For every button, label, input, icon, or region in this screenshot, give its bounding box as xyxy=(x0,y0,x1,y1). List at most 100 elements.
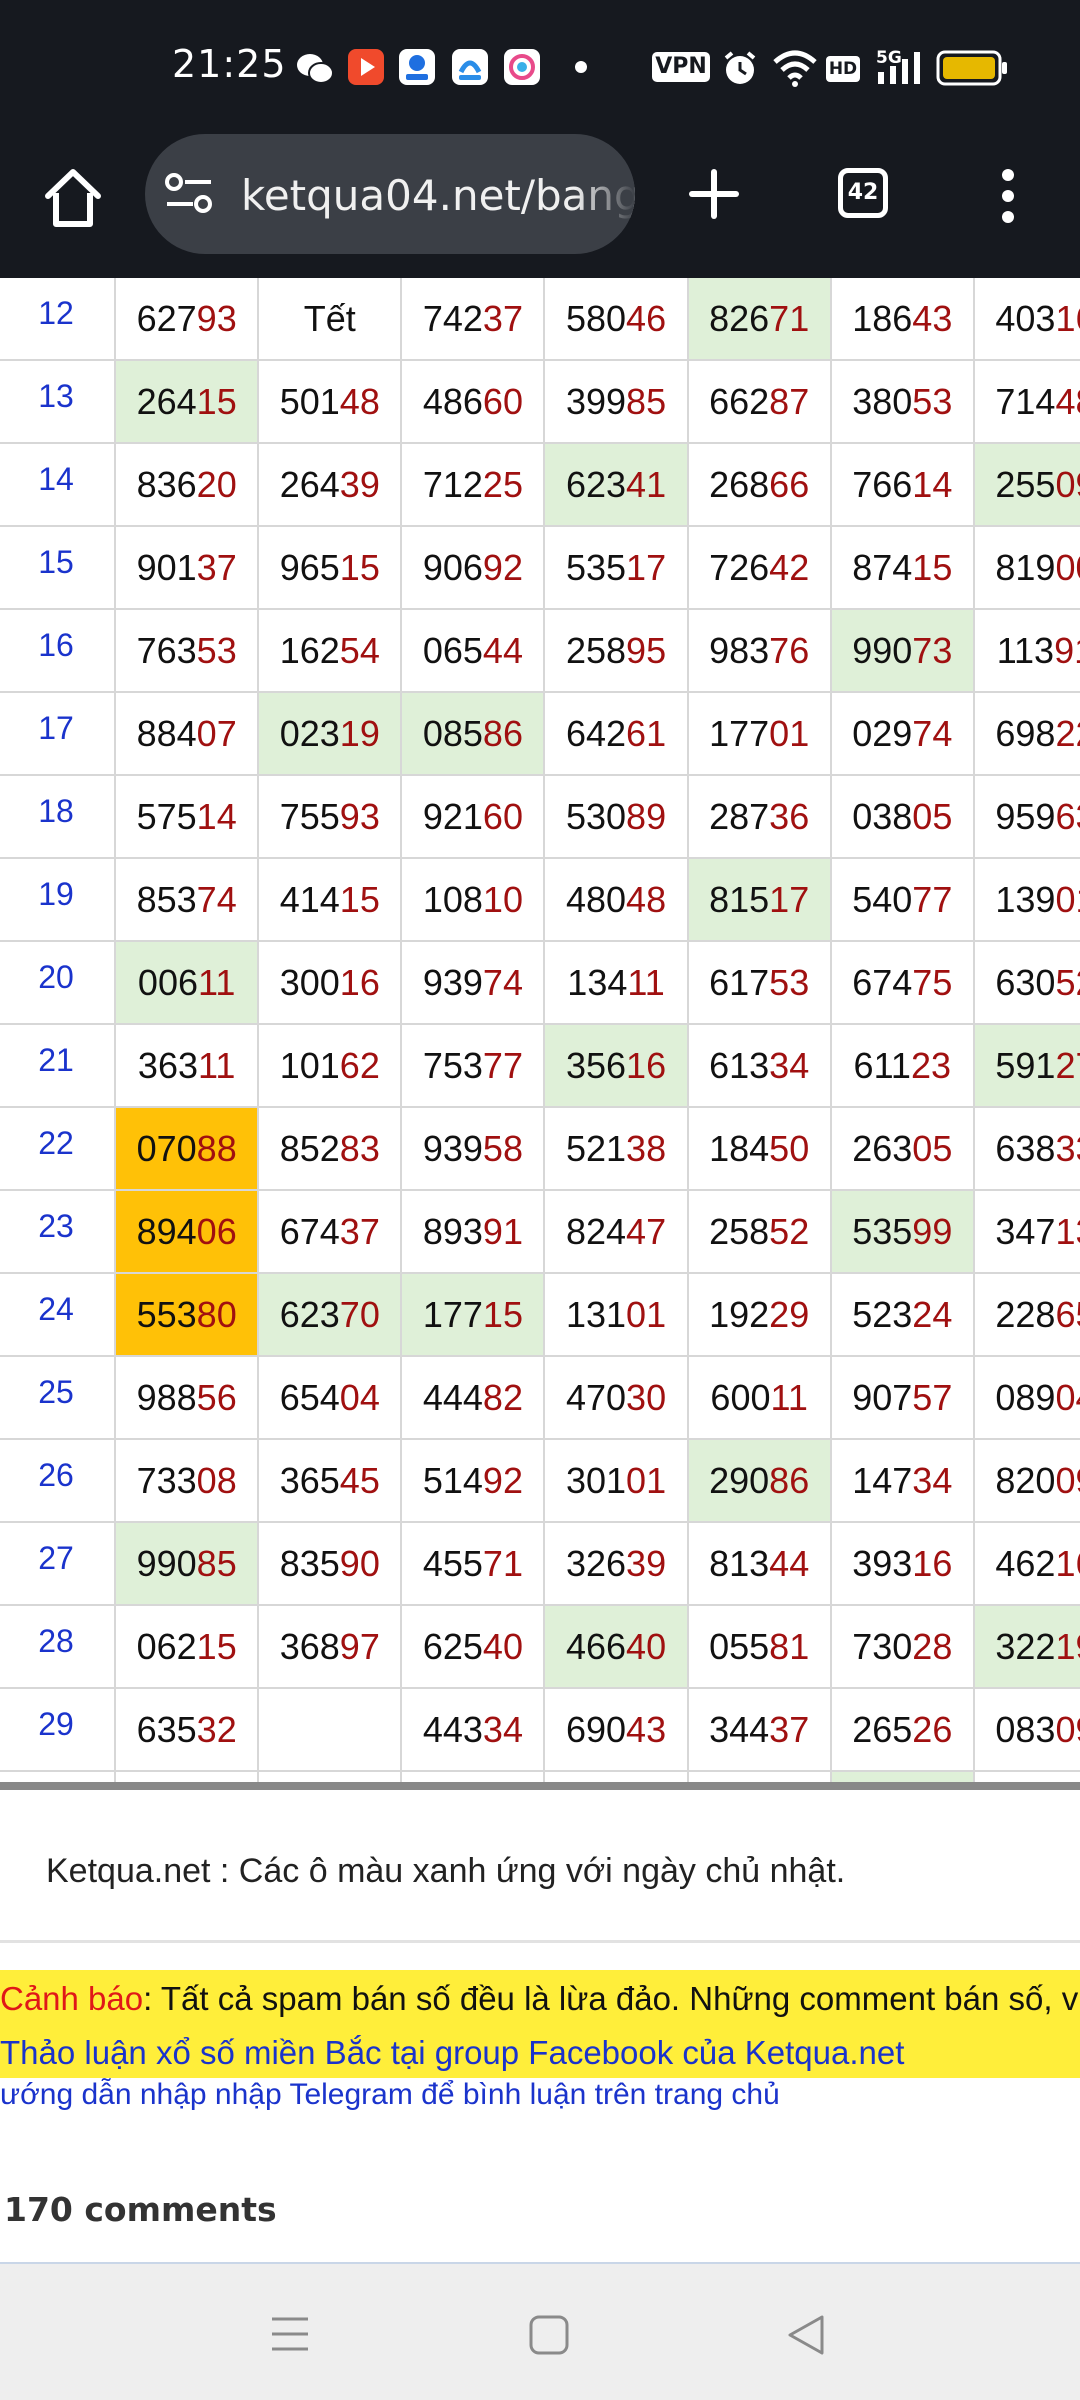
result-cell: 63833 xyxy=(972,1106,1080,1191)
result-cell: 76614 xyxy=(829,442,975,527)
browser-toolbar: ketqua04.net/bang-đ 42 xyxy=(0,130,1080,278)
result-tail: 60 xyxy=(482,795,523,837)
result-tail: 77 xyxy=(482,1044,523,1086)
result-cell: 29086 xyxy=(686,1438,832,1523)
menu-icon[interactable] xyxy=(270,2314,310,2354)
result-cell: 82447 xyxy=(543,1189,689,1274)
result-cell: 99073 xyxy=(829,608,975,693)
result-head: 733 xyxy=(136,1459,197,1501)
result-cell: 13101 xyxy=(543,1272,689,1357)
result-head: 264 xyxy=(279,463,340,505)
result-head: 134 xyxy=(567,961,628,1003)
site-settings-icon[interactable] xyxy=(165,172,213,216)
result-cell: 28736 xyxy=(686,774,832,859)
result-tail: 53 xyxy=(912,380,953,422)
result-head: 085 xyxy=(422,712,483,754)
telegram-guide-link[interactable]: ướng dẫn nhập nhập Telegram để bình luận… xyxy=(0,2078,780,2112)
result-head: 654 xyxy=(279,1376,340,1418)
result-head: 642 xyxy=(565,712,627,754)
result-head: 444 xyxy=(422,1376,483,1418)
result-head: 470 xyxy=(565,1376,627,1418)
result-head: 939 xyxy=(422,1127,483,1169)
result-cell: 69822 xyxy=(972,691,1080,776)
more-options-icon[interactable] xyxy=(996,166,1020,226)
result-tail: 89 xyxy=(626,795,667,837)
result-cell: 89391 xyxy=(400,1189,546,1274)
table-row: 2000611300169397413411617536747563052 xyxy=(0,940,1080,1025)
result-cell: 76353 xyxy=(114,608,260,693)
result-tail: 93 xyxy=(339,795,380,837)
result-cell: 10162 xyxy=(257,1023,403,1108)
comments-count: 170 comments xyxy=(4,2190,277,2229)
result-head: 139 xyxy=(995,878,1056,920)
result-head: 907 xyxy=(852,1376,913,1418)
result-tail: 58 xyxy=(482,1127,523,1169)
address-bar[interactable]: ketqua04.net/bang-đ xyxy=(145,134,635,254)
result-head: Tết xyxy=(303,297,356,339)
result-cell: 62540 xyxy=(400,1604,546,1689)
result-head: 824 xyxy=(565,1210,627,1252)
result-cell: 85374 xyxy=(114,857,260,942)
result-cell: 96515 xyxy=(257,525,403,610)
result-tail: 66 xyxy=(769,463,810,505)
result-head: 466 xyxy=(565,1625,627,1667)
result-cell: 46216 xyxy=(972,1521,1080,1606)
result-head: 177 xyxy=(422,1293,483,1335)
result-tail: 14 xyxy=(196,795,237,837)
result-head: 623 xyxy=(279,1293,340,1335)
result-head: 730 xyxy=(852,1625,913,1667)
result-cell: 75593 xyxy=(257,774,403,859)
result-head: 287 xyxy=(709,795,770,837)
day-cell: 27 xyxy=(0,1521,117,1606)
back-icon[interactable] xyxy=(786,2314,826,2356)
result-cell: 07088 xyxy=(114,1106,260,1191)
result-cell: 34437 xyxy=(686,1687,832,1772)
result-tail: 92 xyxy=(482,1459,523,1501)
result-head: 826 xyxy=(709,297,770,339)
results-table-container[interactable]: 1262793Tết742375804682671186434031613264… xyxy=(0,278,1080,1788)
new-tab-icon[interactable] xyxy=(688,168,740,220)
result-cell: 98376 xyxy=(686,608,832,693)
result-head: 265 xyxy=(852,1708,913,1750)
day-cell: 28 xyxy=(0,1604,117,1689)
day-cell: 15 xyxy=(0,525,117,610)
result-tail: 27 xyxy=(1055,1044,1080,1086)
result-tail: 90 xyxy=(339,1542,380,1584)
home-icon[interactable] xyxy=(40,166,106,232)
result-tail: 08 xyxy=(196,1459,237,1501)
result-cell: 32639 xyxy=(543,1521,689,1606)
result-cell: 62341 xyxy=(543,442,689,527)
result-head: 988 xyxy=(136,1376,197,1418)
facebook-group-link[interactable]: Thảo luận xổ số miền Bắc tại group Faceb… xyxy=(0,2034,904,2072)
result-cell: 62370 xyxy=(257,1272,403,1357)
result-tail: 15 xyxy=(196,380,237,422)
home-nav-icon[interactable] xyxy=(528,2314,570,2356)
result-tail: 86 xyxy=(482,712,523,754)
result-head: 186 xyxy=(852,297,913,339)
result-tail: 47 xyxy=(626,1210,667,1252)
alarm-icon xyxy=(724,51,756,84)
result-head: 753 xyxy=(422,1044,483,1086)
result-tail: 53 xyxy=(196,629,237,671)
result-head: 726 xyxy=(709,546,770,588)
result-tail: 52 xyxy=(1055,961,1080,1003)
result-tail: 06 xyxy=(196,1210,237,1252)
result-tail: 44 xyxy=(769,1542,810,1584)
wechat-icon xyxy=(297,54,334,84)
result-cell: 06215 xyxy=(114,1604,260,1689)
table-bottom-border xyxy=(0,1782,1080,1790)
result-tail: 10 xyxy=(482,878,523,920)
dot-icon xyxy=(575,61,587,73)
result-tail: 42 xyxy=(769,546,810,588)
result-head: 029 xyxy=(852,712,913,754)
tab-switcher-button[interactable]: 42 xyxy=(838,168,888,218)
result-tail: 37 xyxy=(196,546,237,588)
result-tail: 48 xyxy=(1055,380,1080,422)
table-row: 1676353162540654425895983769907311391 xyxy=(0,608,1080,693)
result-cell: 02319 xyxy=(257,691,403,776)
result-head: 263 xyxy=(852,1127,913,1169)
table-row: 2673308365455149230101290861473482009 xyxy=(0,1438,1080,1523)
result-cell: 26526 xyxy=(829,1687,975,1772)
result-cell: 25509 xyxy=(972,442,1080,527)
result-head: 162 xyxy=(279,629,340,671)
